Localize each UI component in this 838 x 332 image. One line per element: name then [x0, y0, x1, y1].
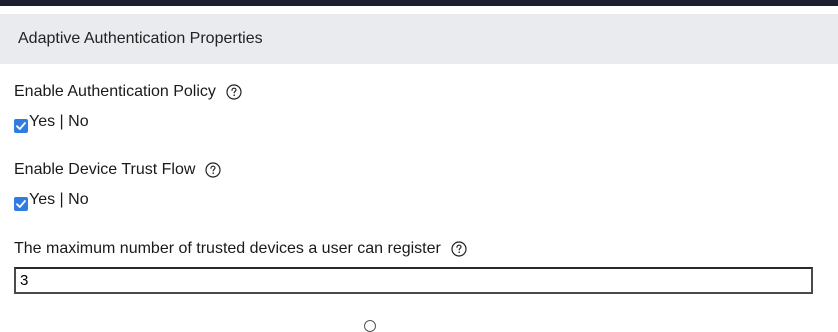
max-devices-label-row: The maximum number of trusted devices a … — [14, 240, 467, 258]
auth-policy-checkbox[interactable] — [14, 119, 28, 133]
help-icon[interactable] — [451, 241, 467, 257]
max-devices-input[interactable] — [14, 267, 813, 294]
help-icon[interactable] — [205, 162, 222, 178]
section-header: Adaptive Authentication Properties — [0, 14, 838, 64]
checkmark-icon — [16, 200, 26, 208]
auth-policy-yes-no[interactable]: Yes | No — [29, 113, 89, 131]
auth-policy-toggle[interactable]: Yes | No — [14, 111, 89, 133]
auth-policy-label: Enable Authentication Policy — [14, 83, 216, 100]
device-trust-yes-no[interactable]: Yes | No — [29, 191, 89, 209]
checkmark-icon — [16, 122, 26, 130]
section-title: Adaptive Authentication Properties — [18, 30, 263, 47]
device-trust-label: Enable Device Trust Flow — [14, 161, 196, 178]
device-trust-label-row: Enable Device Trust Flow — [14, 161, 222, 179]
device-trust-checkbox[interactable] — [14, 197, 28, 211]
max-devices-label: The maximum number of trusted devices a … — [14, 240, 441, 257]
help-icon[interactable] — [226, 84, 242, 100]
auth-policy-label-row: Enable Authentication Policy — [14, 83, 242, 101]
top-bar — [0, 0, 838, 6]
device-trust-toggle[interactable]: Yes | No — [14, 189, 89, 211]
help-icon[interactable] — [364, 320, 376, 332]
